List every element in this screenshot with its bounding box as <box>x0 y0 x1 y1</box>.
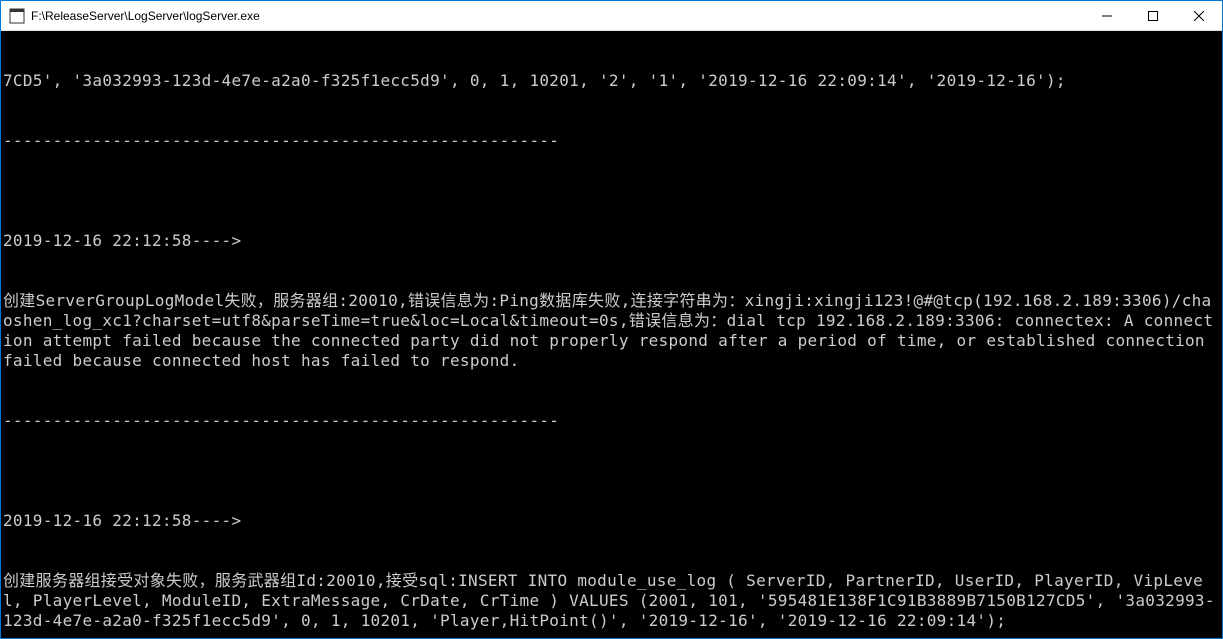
console-output[interactable]: 7CD5', '3a032993-123d-4e7e-a2a0-f325f1ec… <box>1 31 1222 638</box>
console-line: 7CD5', '3a032993-123d-4e7e-a2a0-f325f1ec… <box>3 71 1220 91</box>
console-line: 创建服务器组接受对象失败，服务武器组Id:20010,接受sql:INSERT … <box>3 571 1220 631</box>
window-controls <box>1084 1 1222 30</box>
maximize-button[interactable] <box>1130 1 1176 30</box>
console-line: ----------------------------------------… <box>3 131 1220 151</box>
console-line: ----------------------------------------… <box>3 411 1220 431</box>
app-icon <box>9 8 25 24</box>
titlebar[interactable]: F:\ReleaseServer\LogServer\logServer.exe <box>1 1 1222 31</box>
console-line: 2019-12-16 22:12:58----> <box>3 511 1220 531</box>
close-button[interactable] <box>1176 1 1222 30</box>
console-line: 2019-12-16 22:12:58----> <box>3 231 1220 251</box>
console-line: 创建ServerGroupLogModel失败，服务器组:20010,错误信息为… <box>3 291 1220 371</box>
window-title: F:\ReleaseServer\LogServer\logServer.exe <box>31 9 1084 23</box>
minimize-button[interactable] <box>1084 1 1130 30</box>
